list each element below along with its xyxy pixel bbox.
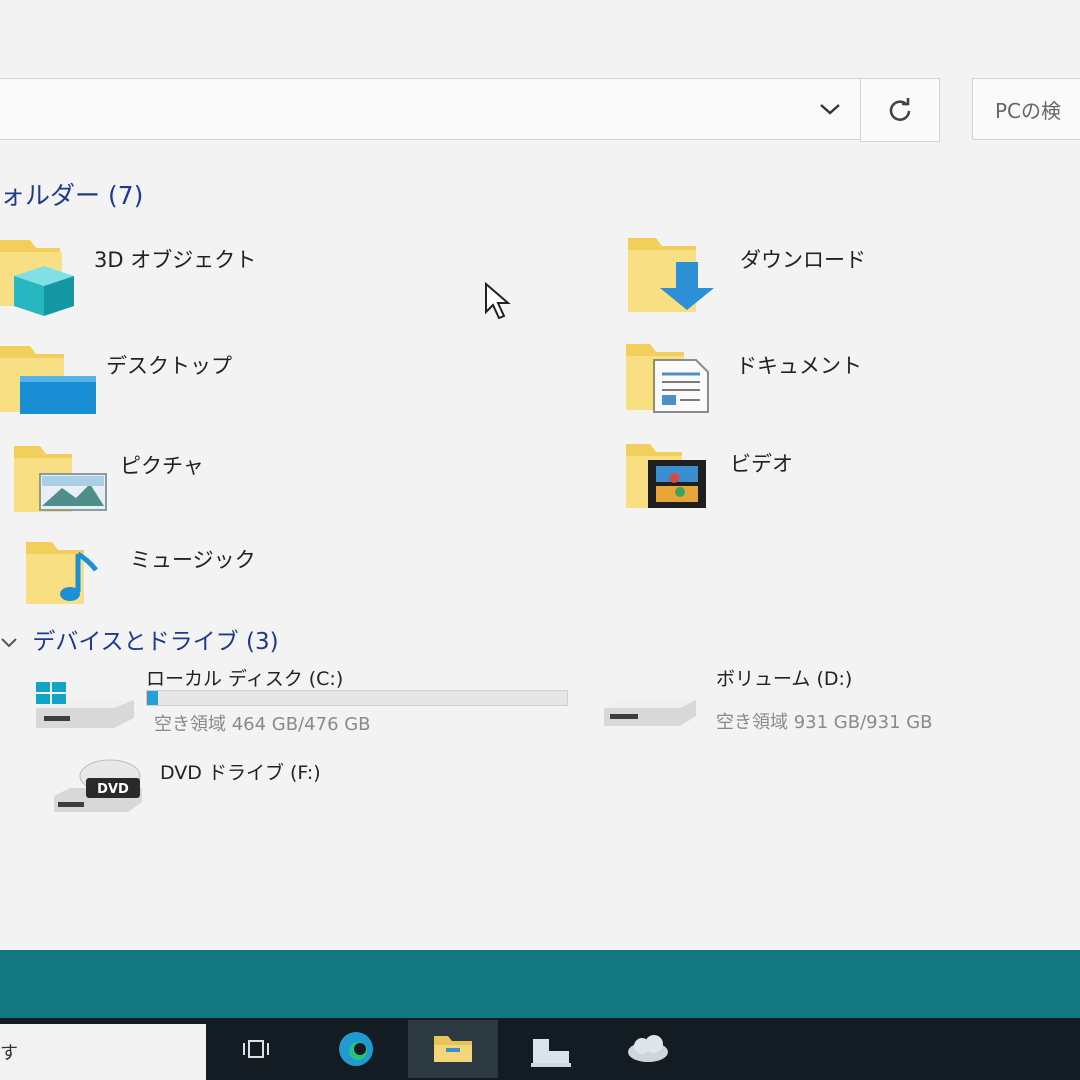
store-button[interactable] [514,1020,586,1078]
folder-label: 3D オブジェクト [94,248,257,272]
devices-header-label: デバイスとドライブ (3) [32,629,279,655]
devices-group-header[interactable]: デバイスとドライブ (3) [0,622,279,656]
folder-item-3d-objects[interactable]: 3D オブジェクト [0,232,300,322]
video-icon [626,444,706,508]
task-view-button[interactable] [222,1020,294,1078]
drive-usage-fill [147,691,158,705]
edge-button[interactable] [320,1020,392,1078]
dvd-drive-icon: DVD [54,759,142,812]
picture-icon [14,446,107,512]
address-bar[interactable] [0,78,861,140]
cloud-icon [628,1035,668,1062]
search-input[interactable]: PCの検 [972,78,1080,140]
drive-item-c[interactable]: ローカル ディスク (C:) 空き領域 464 GB/476 GB [30,660,590,740]
drive-item-d[interactable]: ボリューム (D:) 空き領域 931 GB/931 GB [600,660,1040,740]
music-icon [26,542,98,604]
3d-objects-icon [0,240,74,316]
drive-usage-bar [146,690,568,706]
file-explorer-window: PCの検 ォルダー (7) 3D オブジェクト ダウンロード デスクトップ ドキ… [0,0,1080,950]
desktop-background-band [0,950,1080,1018]
folder-label: ダウンロード [740,248,866,272]
dvd-label-text: DVD [97,782,129,797]
refresh-button[interactable] [860,78,940,142]
task-view-icon [243,1040,269,1058]
folder-item-videos[interactable]: ビデオ [624,442,924,522]
folder-item-downloads[interactable]: ダウンロード [622,232,922,322]
drive-name: DVD ドライブ (F:) [160,762,321,784]
chevron-down-icon [0,630,24,654]
folder-label: ミュージック [130,548,256,572]
folder-item-desktop[interactable]: デスクトップ [0,342,300,422]
mouse-cursor-icon [485,282,511,320]
document-icon [626,344,709,413]
hard-drive-icon [604,700,696,726]
chevron-down-icon [820,104,840,115]
folder-label: デスクトップ [106,354,232,378]
folder-item-music[interactable]: ミュージック [22,540,322,610]
drive-name: ボリューム (D:) [716,668,853,690]
cloud-app-button[interactable] [612,1020,684,1078]
file-explorer-icon [434,1036,472,1062]
folder-item-pictures[interactable]: ピクチャ [10,444,310,524]
drive-name: ローカル ディスク (C:) [146,668,344,690]
windows-drive-icon [36,682,134,728]
address-dropdown-button[interactable] [802,79,858,139]
folder-label: ビデオ [730,452,793,476]
folder-label: ピクチャ [120,454,204,478]
download-icon [628,238,714,312]
drive-free-space: 空き領域 931 GB/931 GB [716,712,933,733]
file-explorer-taskbar-button[interactable] [408,1020,498,1078]
folder-label: ドキュメント [736,354,862,378]
edge-icon [339,1032,373,1066]
store-icon [531,1039,571,1067]
drive-free-space: 空き領域 464 GB/476 GB [154,714,371,735]
taskbar-search-box[interactable]: す [0,1024,206,1080]
folders-group-header[interactable]: ォルダー (7) [0,176,143,212]
drive-item-f[interactable]: DVD DVD ドライブ (F:) [50,752,450,822]
desktop-icon [0,346,96,414]
refresh-icon [889,98,911,121]
folder-item-documents[interactable]: ドキュメント [624,340,924,420]
